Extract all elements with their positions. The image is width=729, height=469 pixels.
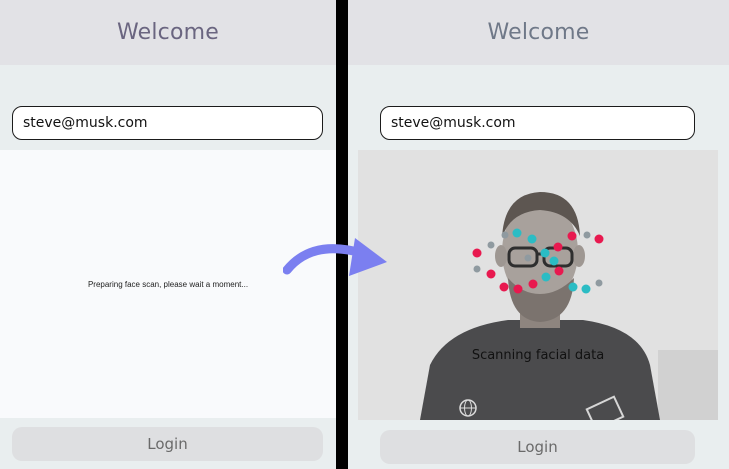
email-field[interactable] [12,106,323,140]
curved-arrow-icon [283,238,387,276]
login-button[interactable]: Login [380,430,695,464]
page-title: Welcome [487,20,590,45]
header: Welcome [0,0,336,65]
header: Welcome [348,0,729,65]
camera-image [358,150,718,420]
email-field[interactable] [380,106,695,140]
page-title: Welcome [116,20,220,45]
login-button[interactable]: Login [12,427,323,461]
camera-feed: Scanning facial data [358,150,718,420]
scan-status-text: Scanning facial data [471,348,605,363]
scanning-screen: Welcome steve@musk.com Scanning facial d… [348,0,729,469]
camera-placeholder: Preparing face scan, please wait a momen… [0,150,336,418]
